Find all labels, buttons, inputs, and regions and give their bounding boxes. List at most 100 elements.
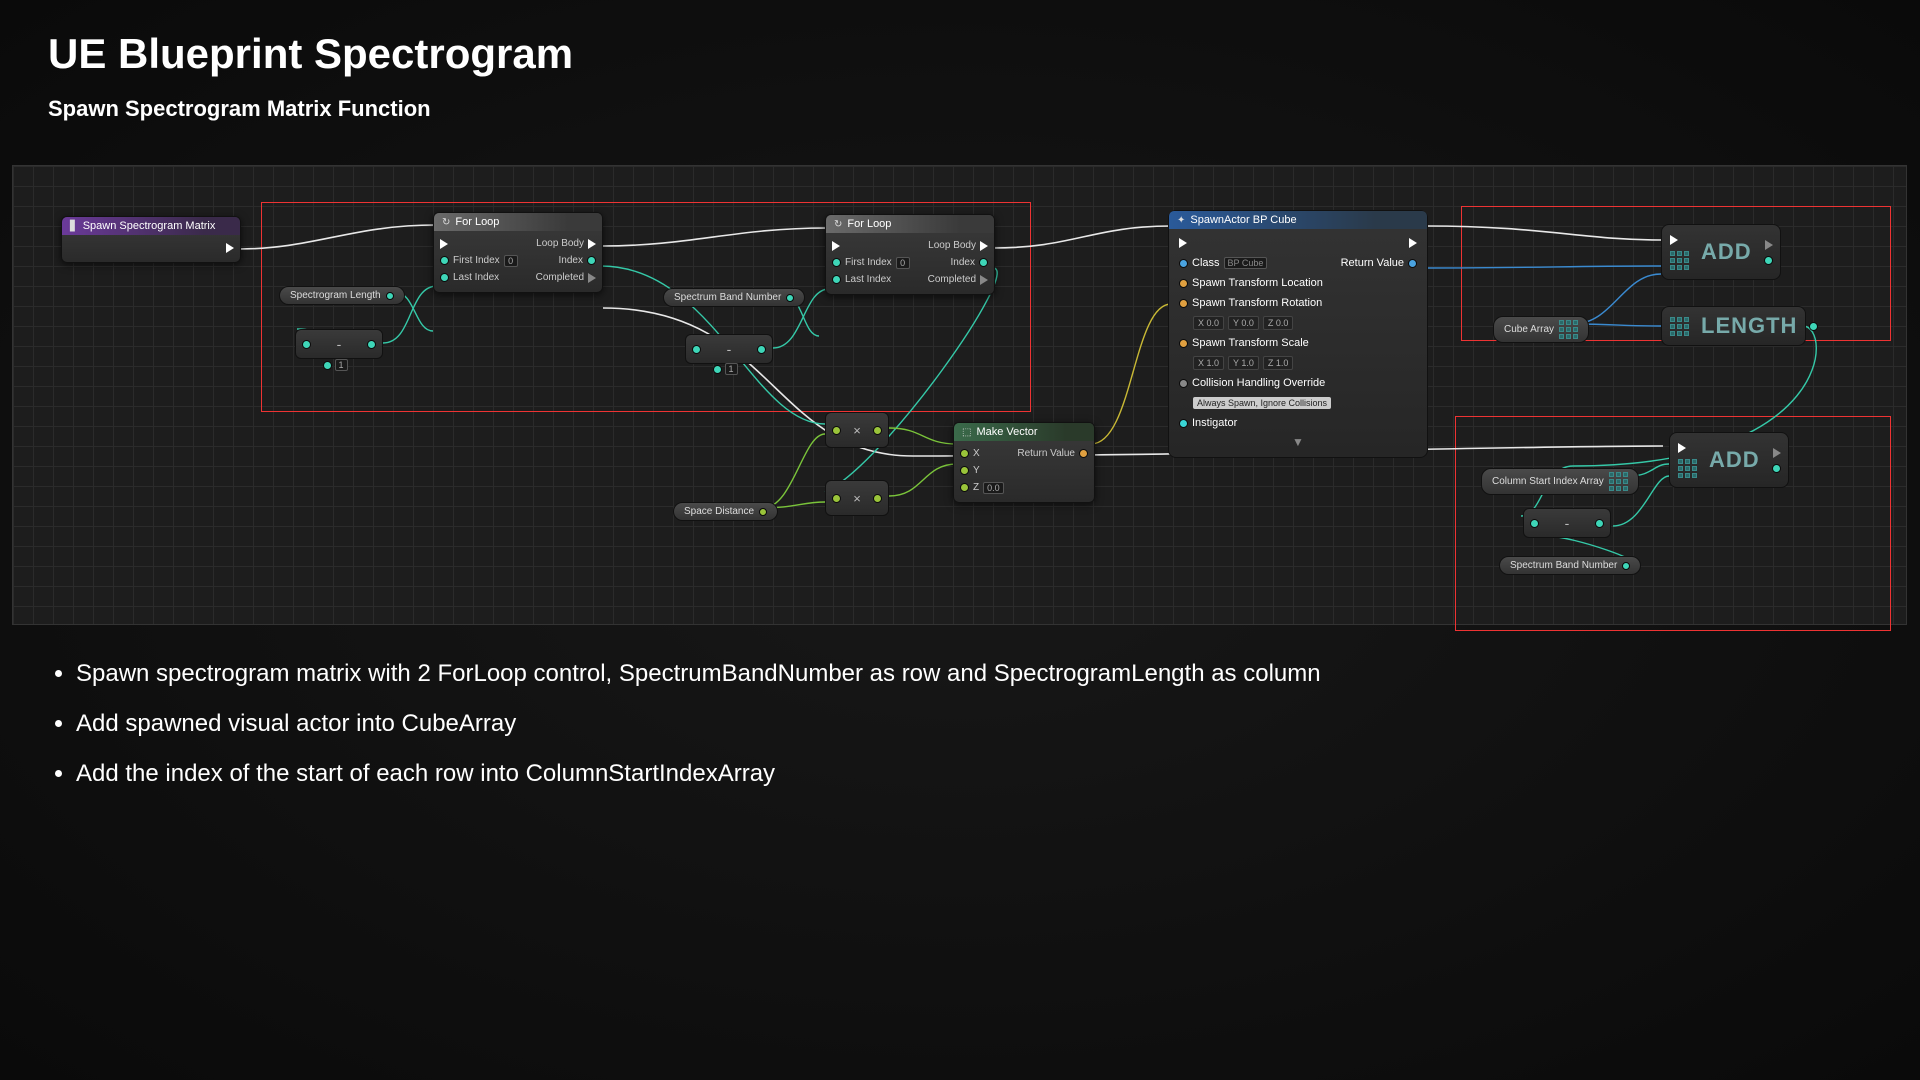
exec-in-icon[interactable] (1670, 235, 1678, 245)
pin-dot-icon[interactable] (960, 483, 969, 492)
loop-body-pin[interactable]: Loop Body (536, 238, 584, 249)
array-add-node[interactable]: ADD (1661, 224, 1781, 280)
spectrum-band-number-var-bottom[interactable]: Spectrum Band Number (1499, 556, 1641, 575)
pin-dot-icon[interactable] (713, 365, 722, 374)
scl-x[interactable]: X 1.0 (1193, 356, 1224, 370)
exec-out-icon[interactable] (1409, 238, 1417, 248)
first-index-value[interactable]: 0 (504, 255, 518, 267)
rot-y[interactable]: Y 0.0 (1228, 316, 1259, 330)
pin-dot-icon[interactable] (832, 275, 841, 284)
x-pin[interactable]: X (973, 448, 980, 459)
description-list: Spawn spectrogram matrix with 2 ForLoop … (48, 660, 1321, 810)
class-value[interactable]: BP Cube (1224, 257, 1268, 269)
loop-body-pin[interactable]: Loop Body (928, 240, 976, 251)
spawn-actor-node[interactable]: ✦ SpawnActor BP Cube Class BP Cube Retur… (1168, 210, 1428, 458)
spectrogram-length-var[interactable]: Spectrogram Length (279, 286, 405, 305)
subtract-value[interactable]: 1 (725, 363, 738, 375)
y-pin[interactable]: Y (973, 465, 980, 476)
completed-pin[interactable]: Completed (928, 274, 976, 285)
pin-in-icon[interactable] (302, 340, 311, 349)
collision-pin[interactable]: Collision Handling Override (1192, 377, 1325, 389)
last-index-pin[interactable]: Last Index (845, 274, 891, 285)
pin-out-icon[interactable] (1595, 519, 1604, 528)
pin-dot-icon[interactable] (960, 466, 969, 475)
last-index-pin[interactable]: Last Index (453, 272, 499, 283)
rotation-pin[interactable]: Spawn Transform Rotation (1192, 297, 1322, 309)
pin-dot-icon[interactable] (323, 361, 332, 370)
make-vector-node[interactable]: ⬚ Make Vector X Return Value Y Z0.0 (953, 422, 1095, 503)
forloop-outer-node[interactable]: ↻ For Loop Loop Body First Index0 Index … (433, 212, 603, 293)
bullet-item: Add spawned visual actor into CubeArray (76, 710, 1321, 738)
pin-dot-icon[interactable] (1179, 379, 1188, 388)
first-index-pin[interactable]: First Index (845, 257, 892, 268)
spectrum-band-number-var[interactable]: Spectrum Band Number (663, 288, 805, 307)
spawn-actor-title: SpawnActor BP Cube (1190, 214, 1296, 226)
z-value[interactable]: 0.0 (983, 482, 1004, 494)
subtract-value[interactable]: 1 (335, 359, 348, 371)
pin-out-icon[interactable] (1772, 464, 1781, 473)
pin-out-icon[interactable] (367, 340, 376, 349)
pin-dot-icon[interactable] (832, 258, 841, 267)
entry-node[interactable]: ▋ Spawn Spectrogram Matrix (61, 216, 241, 263)
multiply-node-1[interactable]: × (825, 412, 889, 448)
cube-array-var[interactable]: Cube Array (1493, 316, 1589, 343)
instigator-pin[interactable]: Instigator (1192, 417, 1237, 429)
rot-x[interactable]: X 0.0 (1193, 316, 1224, 330)
rot-z[interactable]: Z 0.0 (1263, 316, 1294, 330)
pin-dot-icon[interactable] (1179, 259, 1188, 268)
page-subtitle: Spawn Spectrogram Matrix Function (0, 78, 1920, 122)
scl-y[interactable]: Y 1.0 (1228, 356, 1259, 370)
pin-dot-icon[interactable] (440, 273, 449, 282)
pin-out-icon[interactable] (1809, 322, 1818, 331)
class-pin[interactable]: Class (1192, 257, 1220, 269)
subtract-node-2[interactable]: - (685, 334, 773, 364)
space-distance-var[interactable]: Space Distance (673, 502, 778, 521)
pin-in-icon[interactable] (1530, 519, 1539, 528)
subtract-node-1[interactable]: - (295, 329, 383, 359)
pin-out-icon[interactable] (757, 345, 766, 354)
scl-z[interactable]: Z 1.0 (1263, 356, 1294, 370)
z-pin[interactable]: Z (973, 482, 979, 493)
pin-out-icon[interactable] (873, 494, 882, 503)
pin-in-icon[interactable] (692, 345, 701, 354)
scale-pin[interactable]: Spawn Transform Scale (1192, 337, 1309, 349)
forloop-title: For Loop (455, 216, 499, 228)
collision-value[interactable]: Always Spawn, Ignore Collisions (1193, 397, 1331, 409)
pin-in-icon[interactable] (832, 426, 841, 435)
exec-in-icon[interactable] (832, 241, 840, 251)
return-pin[interactable]: Return Value (1341, 257, 1404, 269)
pin-dot-icon[interactable] (440, 256, 449, 265)
pin-in-icon[interactable] (832, 494, 841, 503)
var-label: Cube Array (1504, 324, 1554, 335)
multiply-node-2[interactable]: × (825, 480, 889, 516)
return-pin[interactable]: Return Value (1017, 448, 1075, 459)
array-length-node[interactable]: LENGTH (1661, 306, 1806, 346)
collapse-icon[interactable]: ▼ (1175, 433, 1421, 451)
blueprint-canvas[interactable]: ▋ Spawn Spectrogram Matrix ↻ For Loop Lo… (12, 165, 1907, 625)
first-index-value[interactable]: 0 (896, 257, 910, 269)
exec-in-icon[interactable] (1678, 443, 1686, 453)
index-pin[interactable]: Index (559, 255, 583, 266)
exec-out-icon[interactable] (226, 243, 234, 253)
location-pin[interactable]: Spawn Transform Location (1192, 277, 1323, 289)
first-index-pin[interactable]: First Index (453, 255, 500, 266)
exec-out-icon[interactable] (1765, 240, 1773, 250)
column-start-index-array-var[interactable]: Column Start Index Array (1481, 468, 1639, 495)
exec-in-icon[interactable] (440, 239, 448, 249)
pin-out-icon[interactable] (873, 426, 882, 435)
pin-dot-icon[interactable] (960, 449, 969, 458)
bullet-item: Add the index of the start of each row i… (76, 760, 1321, 788)
exec-in-icon[interactable] (1179, 238, 1187, 248)
pin-dot-icon[interactable] (1179, 339, 1188, 348)
pin-out-icon[interactable] (1764, 256, 1773, 265)
pin-dot-icon[interactable] (1179, 279, 1188, 288)
pin-dot-icon[interactable] (1179, 419, 1188, 428)
index-pin[interactable]: Index (951, 257, 975, 268)
pin-dot-icon[interactable] (1179, 299, 1188, 308)
subtract-node-bottom[interactable]: - (1523, 508, 1611, 538)
exec-out-icon[interactable] (1773, 448, 1781, 458)
completed-pin[interactable]: Completed (536, 272, 584, 283)
forloop-inner-node[interactable]: ↻ For Loop Loop Body First Index0 Index … (825, 214, 995, 295)
array-add-node-bottom[interactable]: ADD (1669, 432, 1789, 488)
multiply-op: × (853, 423, 861, 438)
